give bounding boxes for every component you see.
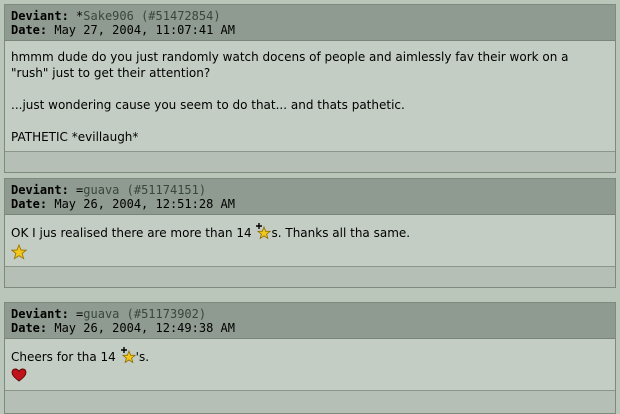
comment-body: Cheers for tha 14 's. (5, 339, 615, 390)
star-emoticon-icon (10, 243, 609, 260)
date-row: Date: May 26, 2004, 12:51:28 AM (11, 197, 609, 211)
comment-footer (5, 390, 615, 413)
comment-date: May 26, 2004, 12:49:38 AM (54, 321, 235, 335)
comment-date: May 27, 2004, 11:07:41 AM (54, 23, 235, 37)
deviant-label: Deviant: (11, 9, 69, 23)
comment-text-before: Cheers for tha 14 (11, 350, 120, 364)
date-label: Date: (11, 321, 48, 335)
comment-body: hmmm dude do you just randomly watch doc… (5, 41, 615, 151)
date-label: Date: (11, 23, 48, 37)
comment-footer (5, 266, 615, 287)
comment-body: OK I jus realised there are more than 14… (5, 215, 615, 266)
date-label: Date: (11, 197, 48, 211)
date-row: Date: May 27, 2004, 11:07:41 AM (11, 23, 609, 37)
deviant-row: Deviant: =guava (#51173902) (11, 307, 609, 321)
comment-date: May 26, 2004, 12:51:28 AM (54, 197, 235, 211)
comment-header: Deviant: =guava (#51173902) Date: May 26… (5, 303, 615, 339)
heart-emoticon-icon (11, 368, 609, 384)
comment-id-link[interactable]: (#51472854) (141, 9, 220, 23)
username-link[interactable]: Sake906 (83, 9, 134, 23)
comment-id-link[interactable]: (#51174151) (127, 183, 206, 197)
comment-text-after: s. Thanks all tha same. (271, 226, 411, 240)
comment-text-after: 's. (135, 350, 150, 364)
comment-1: Deviant: *Sake906 (#51472854) Date: May … (4, 4, 616, 173)
date-row: Date: May 26, 2004, 12:49:38 AM (11, 321, 609, 335)
comment-id-link[interactable]: (#51173902) (127, 307, 206, 321)
comment-header: Deviant: *Sake906 (#51472854) Date: May … (5, 5, 615, 41)
deviant-label: Deviant: (11, 307, 69, 321)
username-link[interactable]: guava (83, 307, 119, 321)
comment-text-line: Cheers for tha 14 's. (11, 346, 609, 368)
comment-text-line: "rush" just to get their attention? (11, 66, 211, 80)
comment-2: Deviant: =guava (#51174151) Date: May 26… (4, 178, 616, 288)
username-link[interactable]: guava (83, 183, 119, 197)
deviant-row: Deviant: *Sake906 (#51472854) (11, 9, 609, 23)
comment-3: Deviant: =guava (#51173902) Date: May 26… (4, 302, 616, 414)
comment-text-line: hmmm dude do you just randomly watch doc… (11, 50, 569, 64)
comment-header: Deviant: =guava (#51174151) Date: May 26… (5, 179, 615, 215)
comment-text-line: PATHETIC *evillaugh* (11, 130, 139, 144)
deviant-label: Deviant: (11, 183, 69, 197)
comment-text-before: OK I jus realised there are more than 14 (11, 226, 256, 240)
comment-footer (5, 151, 615, 172)
star-plus-icon (255, 222, 272, 244)
deviant-row: Deviant: =guava (#51174151) (11, 183, 609, 197)
comment-text-line: ...just wondering cause you seem to do t… (11, 98, 405, 112)
star-plus-icon (120, 346, 136, 368)
comment-text-line: OK I jus realised there are more than 14… (11, 222, 609, 244)
